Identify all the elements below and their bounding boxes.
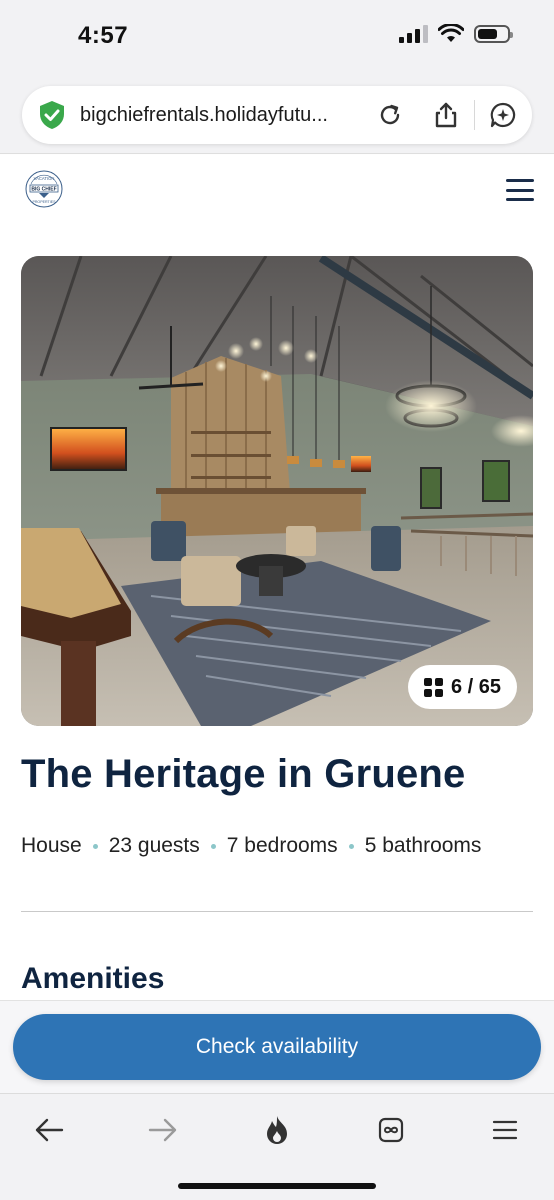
svg-text:VACATION: VACATION — [34, 176, 55, 181]
site-header: VACATION BIG CHIEF PROPERTIES — [0, 155, 554, 227]
big-chief-logo[interactable]: VACATION BIG CHIEF PROPERTIES — [24, 169, 64, 209]
amenities-heading: Amenities — [21, 962, 165, 995]
share-button[interactable] — [418, 86, 474, 144]
tabs-button[interactable] — [369, 1112, 413, 1148]
sticky-cta-bar: Check availability — [0, 1000, 554, 1093]
listing-title: The Heritage in Gruene — [21, 752, 466, 796]
status-bar: 4:57 — [0, 0, 554, 78]
forward-button[interactable] — [141, 1112, 185, 1148]
bedroom-count: 7 bedrooms — [226, 834, 338, 857]
wifi-icon — [438, 24, 464, 42]
guest-count: 23 guests — [108, 834, 200, 857]
share-icon — [435, 102, 457, 128]
url-text[interactable]: bigchiefrentals.holidayfutu... — [80, 104, 362, 127]
meta-separator-dot — [348, 843, 354, 849]
browser-address-area: bigchiefrentals.holidayfutu... — [0, 78, 554, 154]
hamburger-menu-icon[interactable] — [506, 179, 534, 201]
menu-icon — [492, 1120, 518, 1140]
battery-icon — [474, 25, 513, 43]
bathroom-count: 5 bathrooms — [364, 834, 482, 857]
address-bar[interactable]: bigchiefrentals.holidayfutu... — [22, 86, 532, 144]
shield-check-icon[interactable] — [38, 100, 66, 130]
flame-icon — [267, 1116, 287, 1144]
listing-meta: House 23 guests 7 bedrooms 5 bathrooms — [21, 834, 481, 858]
meta-separator-dot — [92, 843, 98, 849]
photo-counter-button[interactable]: 6 / 65 — [407, 665, 517, 709]
tabs-infinity-icon — [378, 1117, 404, 1143]
listing-photo[interactable]: 6 / 65 — [21, 256, 533, 726]
home-indicator[interactable] — [178, 1183, 376, 1189]
grid-icon — [423, 677, 443, 697]
status-time: 4:57 — [78, 22, 129, 49]
svg-text:PROPERTIES: PROPERTIES — [32, 200, 56, 204]
browser-menu-button[interactable] — [483, 1112, 527, 1148]
ai-assistant-button[interactable] — [475, 86, 531, 144]
photo-counter-text: 6 / 65 — [450, 675, 501, 698]
forward-arrow-icon — [148, 1118, 177, 1142]
section-divider — [21, 911, 533, 912]
ai-assistant-icon — [490, 102, 516, 128]
reload-icon — [380, 104, 400, 125]
property-type: House — [21, 834, 82, 857]
listing-photo-image — [21, 256, 533, 726]
svg-text:BIG CHIEF: BIG CHIEF — [31, 187, 56, 193]
status-icons — [399, 24, 513, 44]
back-arrow-icon — [35, 1118, 64, 1142]
meta-separator-dot — [210, 843, 216, 849]
browser-screen: 4:57 bigchiefrentals.holidayfutu... VACA… — [0, 0, 554, 1200]
cellular-signal-icon — [399, 25, 428, 43]
back-button[interactable] — [27, 1112, 71, 1148]
check-availability-button[interactable]: Check availability — [13, 1014, 541, 1080]
fire-button[interactable] — [255, 1112, 299, 1148]
reload-button[interactable] — [362, 86, 418, 144]
